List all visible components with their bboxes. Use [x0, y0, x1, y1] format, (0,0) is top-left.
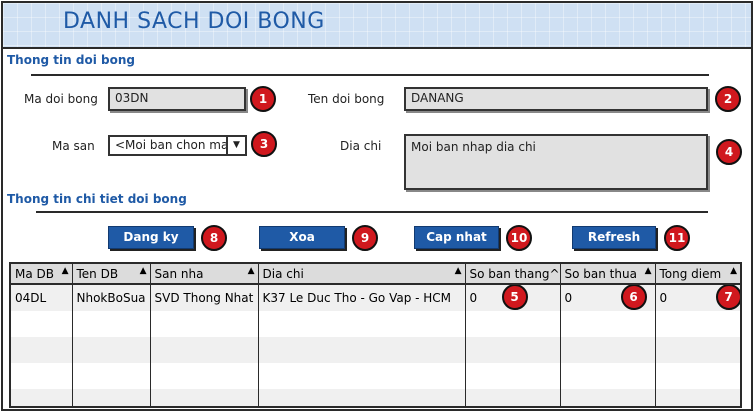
cell-ten-db: NhokBoSua — [72, 284, 151, 311]
dang-ky-button[interactable]: Dang ky — [108, 226, 194, 249]
cell-dia-chi: K37 Le Duc Tho - Go Vap - HCM — [258, 284, 466, 311]
column-header-so-ban-thua[interactable]: So ban thua ▲ — [560, 264, 656, 285]
table-row[interactable]: 04DL NhokBoSua SVD Thong Nhat K37 Le Duc… — [11, 284, 740, 311]
sort-arrow-icon: ▲ — [61, 266, 69, 276]
table-row[interactable] — [11, 389, 740, 406]
dia-chi-label: Dia chi — [340, 139, 382, 153]
cell-so-ban-thua: 06 — [560, 284, 656, 311]
ten-doi-bong-label: Ten doi bong — [308, 92, 385, 106]
ma-doi-bong-input[interactable]: 03DN — [108, 87, 246, 111]
section-label-team-details: Thong tin chi tiet doi bong — [7, 192, 187, 206]
ma-san-selected-value: <Moi ban chon ma — [115, 138, 229, 152]
title-bar: DANH SACH DOI BONG — [3, 3, 751, 49]
dia-chi-textarea[interactable]: Moi ban nhap dia chi — [404, 134, 708, 190]
sort-arrow-icon: ▲ — [247, 266, 255, 276]
cell-tong-diem: 07 — [655, 284, 740, 311]
sort-arrow-icon: ▲ — [139, 266, 147, 276]
callout-badge-9: 9 — [352, 225, 378, 251]
callout-badge-3: 3 — [251, 131, 277, 157]
callout-badge-10: 10 — [506, 225, 532, 251]
column-header-so-ban-thang[interactable]: So ban thang^ — [465, 264, 561, 285]
column-header-san-nha[interactable]: San nha ▲ — [150, 264, 259, 285]
table-row[interactable] — [11, 337, 740, 363]
table-header-row: Ma DB ▲ Ten DB ▲ San nha ▲ Dia chi ▲ So ban … — [11, 264, 740, 285]
section-label-team-info: Thong tin doi bong — [7, 53, 135, 67]
page-title: DANH SACH DOI BONG — [63, 9, 325, 34]
team-table: Ma DB ▲ Ten DB ▲ San nha ▲ Dia chi ▲ So ban … — [9, 262, 742, 408]
chevron-down-icon[interactable]: ▼ — [226, 137, 245, 154]
column-header-tong-diem[interactable]: Tong diem ▲ — [655, 264, 740, 285]
callout-badge-6: 6 — [620, 284, 647, 310]
callout-badge-2: 2 — [715, 86, 741, 112]
table-row[interactable] — [11, 363, 740, 389]
divider — [36, 211, 708, 213]
refresh-button[interactable]: Refresh — [572, 226, 656, 249]
xoa-button[interactable]: Xoa — [259, 226, 345, 249]
cell-ma-db: 04DL — [11, 284, 73, 311]
callout-badge-1: 1 — [250, 86, 276, 112]
sort-arrow-icon: ▲ — [454, 266, 462, 276]
ma-doi-bong-label: Ma doi bong — [24, 92, 98, 106]
column-header-ten-db[interactable]: Ten DB ▲ — [72, 264, 151, 285]
callout-badge-4: 4 — [716, 139, 742, 165]
sort-arrow-icon: ▲ — [730, 266, 737, 276]
callout-badge-8: 8 — [201, 225, 227, 251]
callout-badge-5: 5 — [501, 284, 528, 310]
cap-nhat-button[interactable]: Cap nhat — [414, 226, 499, 249]
cell-so-ban-thang: 05 — [465, 284, 561, 311]
table-row[interactable] — [11, 311, 740, 337]
callout-badge-7: 7 — [715, 284, 740, 310]
ma-san-label: Ma san — [52, 139, 95, 153]
cell-san-nha: SVD Thong Nhat — [150, 284, 259, 311]
divider — [31, 74, 709, 76]
ten-doi-bong-input[interactable]: DANANG — [404, 87, 708, 111]
sort-arrow-icon: ▲ — [644, 266, 652, 276]
callout-badge-11: 11 — [664, 225, 690, 251]
column-header-ma-db[interactable]: Ma DB ▲ — [11, 264, 73, 285]
column-header-dia-chi[interactable]: Dia chi ▲ — [258, 264, 466, 285]
ma-san-select[interactable]: <Moi ban chon ma ▼ — [108, 135, 247, 156]
